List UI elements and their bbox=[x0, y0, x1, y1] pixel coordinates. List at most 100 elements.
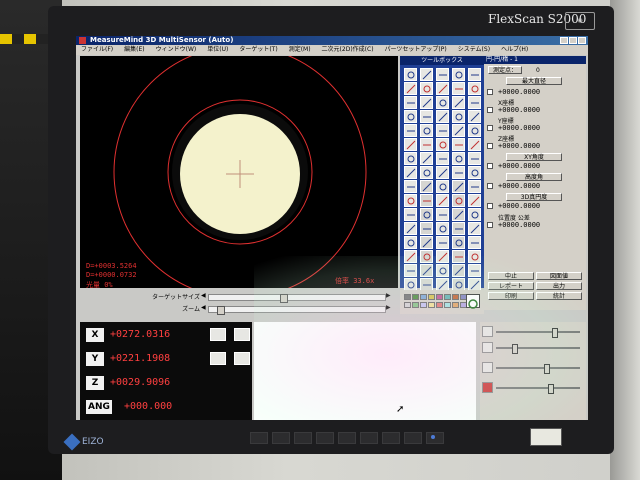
tool-icon[interactable] bbox=[436, 208, 449, 221]
tool-icon[interactable] bbox=[468, 222, 481, 235]
tool-icon[interactable] bbox=[452, 152, 465, 165]
light-slider[interactable] bbox=[496, 344, 580, 354]
circle-tool-icon[interactable] bbox=[404, 110, 417, 123]
xy-angle-button[interactable]: XY角度 bbox=[506, 153, 562, 161]
maximize-icon[interactable] bbox=[569, 37, 577, 44]
left-arrow-icon[interactable]: ◀ bbox=[201, 292, 206, 299]
display-mode-icon[interactable] bbox=[466, 294, 480, 309]
color-swatch[interactable] bbox=[412, 294, 419, 300]
tool-icon[interactable] bbox=[452, 110, 465, 123]
light-slider[interactable] bbox=[496, 328, 580, 338]
right-arrow-icon[interactable]: ▶ bbox=[386, 304, 391, 311]
tool-icon[interactable] bbox=[436, 124, 449, 137]
tool-icon[interactable] bbox=[452, 264, 465, 277]
tool-icon[interactable] bbox=[404, 152, 417, 165]
row-checkbox[interactable] bbox=[487, 163, 493, 169]
menu-target[interactable]: ターゲット(T) bbox=[234, 45, 283, 55]
color-swatch[interactable] bbox=[444, 294, 451, 300]
row-checkbox[interactable] bbox=[487, 107, 493, 113]
tool-icon[interactable] bbox=[468, 208, 481, 221]
monitor-button[interactable] bbox=[404, 432, 422, 444]
tool-icon[interactable] bbox=[404, 264, 417, 277]
pen-icon[interactable] bbox=[404, 138, 417, 151]
tool-icon[interactable] bbox=[452, 82, 465, 95]
menu-units[interactable]: 単位(U) bbox=[202, 45, 234, 55]
image-icon[interactable] bbox=[452, 138, 465, 151]
elevation-button[interactable]: 高度角 bbox=[506, 173, 562, 181]
slider-thumb[interactable] bbox=[280, 294, 288, 303]
bulb-icon[interactable] bbox=[482, 326, 493, 337]
drawing-value-button[interactable]: 図面値 bbox=[536, 272, 582, 280]
tool-icon[interactable] bbox=[420, 236, 433, 249]
tool-icon[interactable] bbox=[452, 166, 465, 179]
grid-icon[interactable] bbox=[436, 96, 449, 109]
tool-icon[interactable] bbox=[404, 166, 417, 179]
close-icon[interactable] bbox=[578, 37, 586, 44]
tool-icon[interactable] bbox=[420, 152, 433, 165]
monitor-button[interactable] bbox=[382, 432, 400, 444]
tool-icon[interactable] bbox=[436, 250, 449, 263]
tool-icon[interactable] bbox=[404, 208, 417, 221]
square-icon[interactable] bbox=[404, 124, 417, 137]
light-thumb[interactable] bbox=[512, 344, 518, 354]
image-icon[interactable] bbox=[468, 138, 481, 151]
preset-x-icon[interactable] bbox=[234, 328, 250, 341]
color-swatch[interactable] bbox=[404, 302, 411, 308]
color-swatch[interactable] bbox=[436, 302, 443, 308]
light-slider[interactable] bbox=[496, 384, 580, 394]
open-icon[interactable] bbox=[436, 68, 449, 81]
slider-thumb[interactable] bbox=[217, 306, 225, 315]
zoom-slider[interactable] bbox=[208, 306, 386, 315]
tool-icon[interactable] bbox=[436, 82, 449, 95]
tool-icon[interactable] bbox=[420, 124, 433, 137]
tool-icon[interactable] bbox=[468, 236, 481, 249]
menu-system[interactable]: システム(S) bbox=[453, 45, 496, 55]
print-dro-icon[interactable] bbox=[234, 352, 250, 365]
bulb-icon[interactable] bbox=[482, 362, 493, 373]
row-checkbox[interactable] bbox=[487, 183, 493, 189]
light-slider[interactable] bbox=[496, 364, 580, 374]
color-swatch[interactable] bbox=[420, 294, 427, 300]
tool-icon[interactable] bbox=[436, 264, 449, 277]
color-swatch[interactable] bbox=[436, 294, 443, 300]
right-arrow-icon[interactable]: ▶ bbox=[386, 292, 391, 299]
monitor-button[interactable] bbox=[426, 432, 444, 444]
count-button[interactable]: 測定点： bbox=[488, 66, 522, 74]
menu-file[interactable]: ファイル(F) bbox=[76, 45, 119, 55]
row-checkbox[interactable] bbox=[487, 89, 493, 95]
tool-icon[interactable] bbox=[436, 222, 449, 235]
arc-icon[interactable] bbox=[468, 96, 481, 109]
tool-icon[interactable] bbox=[436, 110, 449, 123]
tool-icon[interactable] bbox=[452, 180, 465, 193]
tool-icon[interactable] bbox=[468, 82, 481, 95]
menu-window[interactable]: ウィンドウ(W) bbox=[151, 45, 203, 55]
tool-icon[interactable] bbox=[436, 180, 449, 193]
color-swatch[interactable] bbox=[444, 302, 451, 308]
line-icon[interactable] bbox=[420, 96, 433, 109]
undo-icon[interactable] bbox=[404, 82, 417, 95]
copy-icon[interactable] bbox=[452, 68, 465, 81]
tool-icon[interactable] bbox=[436, 152, 449, 165]
print-button[interactable]: 印刷 bbox=[488, 292, 534, 300]
tool-icon[interactable] bbox=[420, 166, 433, 179]
row-checkbox[interactable] bbox=[487, 125, 493, 131]
tool-icon[interactable] bbox=[468, 152, 481, 165]
tool-icon[interactable] bbox=[404, 222, 417, 235]
menu-2d-create[interactable]: 二次元(2D)作成(C) bbox=[317, 45, 380, 55]
camera-view[interactable]: D=+0003.5264 D=+0000.0732 光量 0% 倍率 33.6x bbox=[80, 56, 398, 288]
menu-part-setup[interactable]: パーツセットアップ(P) bbox=[380, 45, 453, 55]
tool-icon[interactable] bbox=[420, 264, 433, 277]
menu-edit[interactable]: 編集(E) bbox=[119, 45, 150, 55]
monitor-button[interactable] bbox=[316, 432, 334, 444]
tool-icon[interactable] bbox=[468, 110, 481, 123]
tool-icon[interactable] bbox=[452, 194, 465, 207]
monitor-button[interactable] bbox=[338, 432, 356, 444]
tool-icon[interactable] bbox=[468, 250, 481, 263]
tool-icon[interactable] bbox=[404, 236, 417, 249]
part-view[interactable] bbox=[254, 322, 476, 420]
zero-x-icon[interactable] bbox=[210, 328, 226, 341]
circle-icon[interactable] bbox=[452, 96, 465, 109]
row-checkbox[interactable] bbox=[487, 143, 493, 149]
statistics-button[interactable]: 統計 bbox=[536, 292, 582, 300]
tool-icon[interactable] bbox=[436, 236, 449, 249]
